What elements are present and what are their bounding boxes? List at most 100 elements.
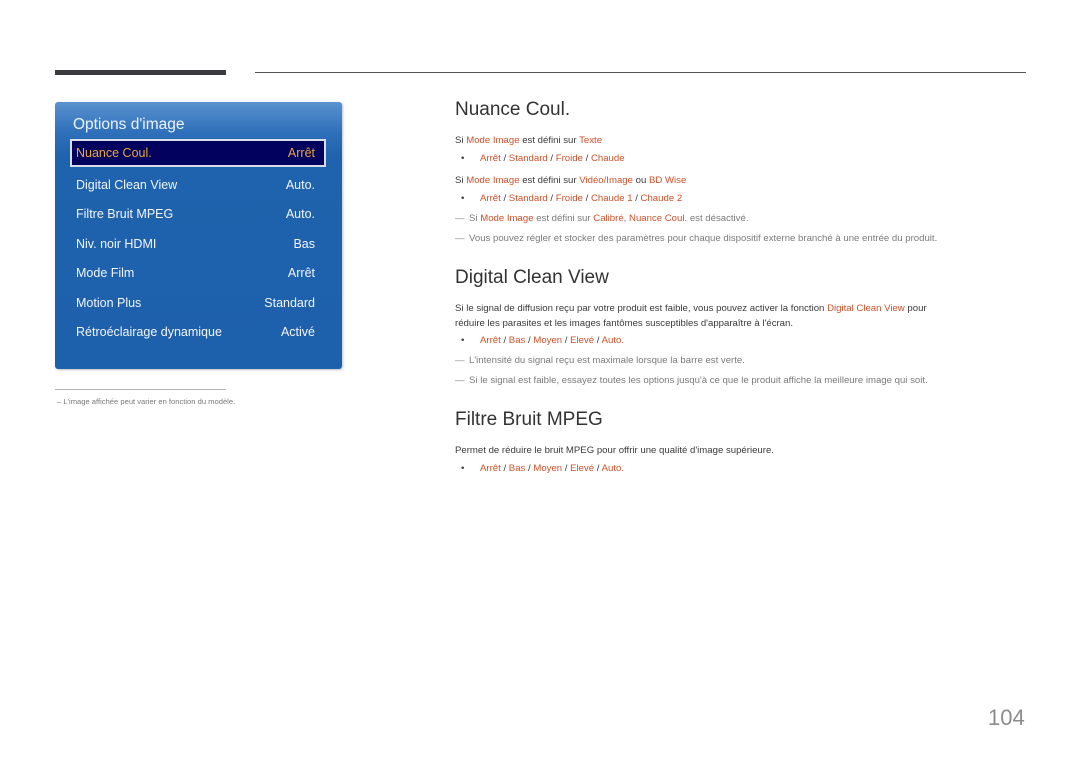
text: L'intensité du signal reçu est maximale … [469, 355, 745, 366]
text: est défini sur [519, 175, 580, 186]
separator: / [632, 193, 641, 204]
section-title-digital-clean-view: Digital Clean View [455, 267, 609, 288]
mpeg-description: Permet de réduire le bruit MPEG pour off… [455, 445, 774, 456]
osd-item-value: Arrêt [287, 146, 315, 160]
osd-menu-panel: Options d'image Nuance Coul. Arrêt Digit… [55, 102, 342, 369]
footnote-rule [55, 389, 226, 390]
text: ou [632, 175, 649, 186]
section-title-nuance-coul: Nuance Coul. [455, 99, 571, 120]
osd-item-label: Filtre Bruit MPEG [76, 207, 174, 221]
osd-item-mode-film[interactable]: Mode Film Arrêt [71, 260, 325, 286]
separator: / [547, 193, 556, 204]
option: Bas [508, 463, 526, 474]
text: Vous pouvez régler et stocker des paramè… [469, 233, 938, 244]
osd-item-filtre-bruit-mpeg[interactable]: Filtre Bruit MPEG Auto. [71, 201, 325, 227]
term-digital-clean-view: Digital Clean View [827, 303, 905, 314]
option: Chaude 2 [640, 193, 683, 204]
text: réduire les parasites et les images fant… [455, 318, 794, 329]
osd-item-label: Motion Plus [76, 296, 142, 310]
header-rule-thin [255, 72, 1026, 73]
term-calibre: Calibré [593, 213, 624, 224]
option: Arrêt [480, 335, 501, 346]
dcv-description: Si le signal de diffusion reçu par votre… [455, 301, 927, 331]
note-dash-icon: — [455, 355, 465, 366]
footnote: – L'image affichée peut varier en foncti… [57, 397, 236, 406]
osd-item-value: Arrêt [287, 266, 315, 280]
osd-item-label: Mode Film [76, 266, 135, 280]
nuance-condition-2: Si Mode Image est défini sur Vidéo/Image… [455, 173, 686, 188]
osd-item-motion-plus[interactable]: Motion Plus Standard [71, 290, 325, 316]
osd-item-niv-noir-hdmi[interactable]: Niv. noir HDMI Bas [71, 231, 325, 257]
text: est désactivé. [687, 213, 749, 224]
term-mode-image: Mode Image [466, 135, 520, 146]
header-rule-thick [55, 70, 226, 75]
section-title-filtre-bruit-mpeg: Filtre Bruit MPEG [455, 409, 603, 430]
osd-item-value: Bas [293, 237, 315, 251]
option: Standard [508, 153, 548, 164]
text: Si [455, 135, 467, 146]
text: est défini sur [533, 213, 594, 224]
text: Si [469, 213, 481, 224]
note-dash-icon: — [455, 213, 465, 224]
osd-item-nuance-coul[interactable]: Nuance Coul. Arrêt [70, 139, 326, 167]
nuance-condition-1: Si Mode Image est défini sur Texte [455, 133, 602, 148]
separator: / [582, 193, 591, 204]
note-dash-icon: — [455, 233, 465, 244]
option: Bas [508, 335, 526, 346]
osd-item-value: Auto. [285, 178, 315, 192]
option: Moyen [533, 463, 563, 474]
nuance-note-2: — Vous pouvez régler et stocker des param… [455, 233, 937, 244]
osd-menu-title: Options d'image [73, 116, 185, 133]
option: Auto. [601, 463, 625, 474]
dcv-options: • Arrêt / Bas / Moyen / Elevé / Auto. [461, 335, 624, 346]
nuance-note-1: — Si Mode Image est défini sur Calibré, N… [455, 213, 748, 224]
option: Elevé [570, 463, 595, 474]
term-texte: Texte [579, 135, 603, 146]
bullet-icon: • [461, 153, 465, 164]
separator: / [500, 335, 509, 346]
osd-item-retroeclairage[interactable]: Rétroéclairage dynamique Activé [71, 319, 325, 345]
text: pour [904, 303, 927, 314]
term-mode-image: Mode Image [480, 213, 534, 224]
osd-item-value: Standard [264, 296, 315, 310]
nuance-options-1: • Arrêt / Standard / Froide / Chaude [461, 153, 625, 164]
osd-item-label: Digital Clean View [76, 178, 178, 192]
separator: / [500, 463, 509, 474]
text: Si le signal de diffusion reçu par votre… [455, 303, 828, 314]
dcv-note-1: — L'intensité du signal reçu est maximale… [455, 355, 745, 366]
option: Moyen [533, 335, 563, 346]
separator: / [594, 463, 602, 474]
osd-item-label: Rétroéclairage dynamique [76, 325, 222, 339]
dcv-note-2: — Si le signal est faible, essayez toutes… [455, 375, 928, 386]
text: est défini sur [519, 135, 580, 146]
separator: / [582, 153, 591, 164]
separator: / [500, 153, 509, 164]
mpeg-options: • Arrêt / Bas / Moyen / Elevé / Auto. [461, 463, 624, 474]
term-mode-image: Mode Image [466, 175, 520, 186]
option: Standard [508, 193, 548, 204]
osd-item-value: Auto. [285, 207, 315, 221]
osd-item-digital-clean-view[interactable]: Digital Clean View Auto. [71, 172, 325, 198]
separator: / [500, 193, 509, 204]
option: Arrêt [480, 153, 501, 164]
page-number: 104 [988, 705, 1025, 730]
option: Auto. [601, 335, 625, 346]
separator: / [562, 335, 571, 346]
option: Chaude [590, 153, 625, 164]
bullet-icon: • [461, 335, 465, 346]
text: Si le signal est faible, essayez toutes … [469, 375, 928, 386]
bullet-icon: • [461, 193, 465, 204]
term-bd-wise: BD Wise [648, 175, 687, 186]
note-dash-icon: — [455, 375, 465, 386]
term-nuance-coul: Nuance Coul. [629, 213, 688, 224]
option: Chaude 1 [590, 193, 633, 204]
option: Elevé [570, 335, 595, 346]
osd-item-label: Niv. noir HDMI [76, 237, 157, 251]
separator: / [562, 463, 571, 474]
option: Froide [555, 193, 583, 204]
option: Arrêt [480, 463, 501, 474]
term-video-image: Vidéo/Image [579, 175, 633, 186]
separator: / [547, 153, 556, 164]
osd-item-label: Nuance Coul. [76, 146, 152, 160]
option: Arrêt [480, 193, 501, 204]
